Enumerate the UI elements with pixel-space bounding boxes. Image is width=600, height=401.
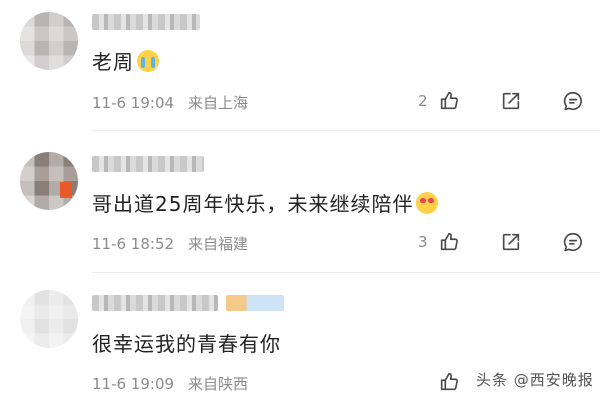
like-count: 2 [418,92,428,110]
comment-time: 11-6 19:09 [92,375,175,393]
comment-icon[interactable] [562,231,584,253]
comment-meta: 11-6 19:04 来自上海 [92,92,248,113]
comment-location: 来自陕西 [188,375,249,393]
divider [92,130,600,131]
comment-location: 来自上海 [188,94,249,112]
user-badge-blurred [226,295,284,311]
thumbs-up-icon[interactable] [438,90,460,112]
share-icon[interactable] [500,90,522,112]
crying-face-emoji [137,50,159,72]
comment-meta: 11-6 19:09 来自陕西 [92,373,248,394]
avatar[interactable] [20,290,78,348]
username-blurred[interactable] [92,14,200,30]
thumbs-up-icon[interactable] [438,371,460,393]
username-blurred[interactable] [92,295,218,311]
avatar[interactable] [20,152,78,210]
comment-time: 11-6 18:52 [92,235,175,253]
divider [92,272,600,273]
comment-text: 哥出道25周年快乐，未来继续陪伴 [92,188,439,217]
smiling-face-with-hearts-emoji [416,192,439,214]
comment-text: 老周 [92,46,159,75]
comment-meta: 11-6 18:52 来自福建 [92,233,248,254]
comment-location: 来自福建 [188,235,249,253]
comment-time: 11-6 19:04 [92,94,175,112]
comment-icon[interactable] [562,90,584,112]
comment-text: 很幸运我的青春有你 [92,332,281,356]
watermark: 头条 @西安晚报 [472,368,598,391]
thumbs-up-icon[interactable] [438,231,460,253]
username-blurred[interactable] [92,156,204,172]
like-count: 3 [418,233,428,251]
share-icon[interactable] [500,231,522,253]
avatar[interactable] [20,12,78,70]
